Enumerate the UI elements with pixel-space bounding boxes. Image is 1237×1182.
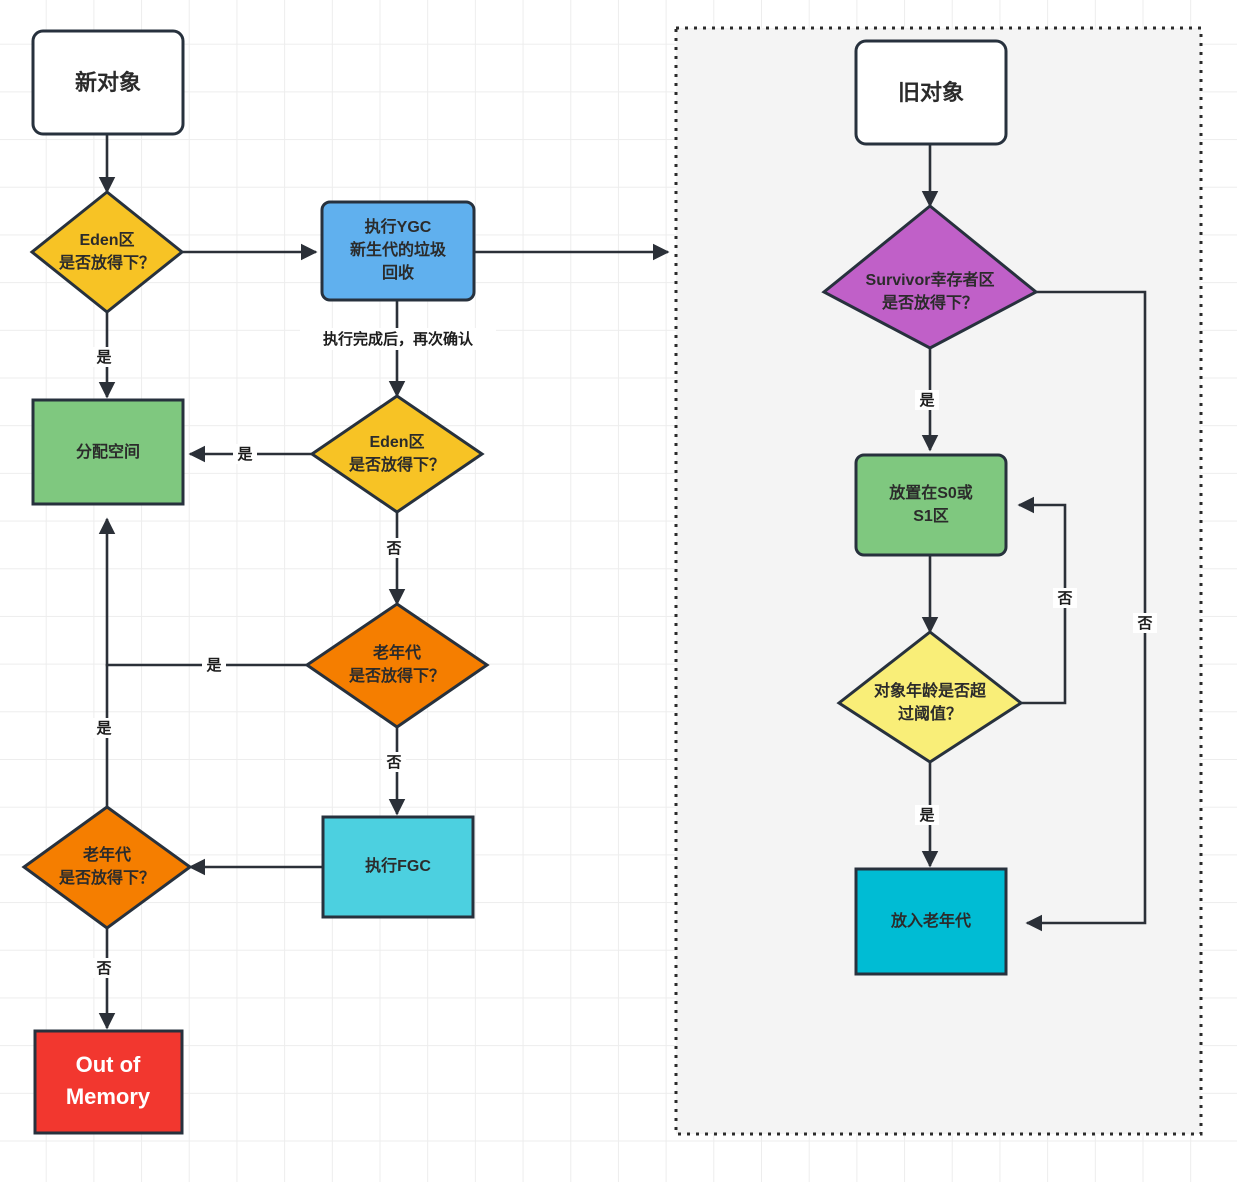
flowchart-canvas: 是 执行完成后，再次确认 是 否 是 否 是 否 是 否 否 是 新对象 Ede… <box>0 0 1237 1182</box>
edge-label-no-oldgen1: 否 <box>385 754 401 771</box>
node-run-fgc[interactable]: 执行FGC <box>321 815 475 919</box>
node-place-s0-s1-line2: S1区 <box>913 507 949 525</box>
node-age-threshold-check-line2: 过阈值？ <box>898 704 962 723</box>
node-eden-check-2[interactable]: Eden区 是否放得下？ <box>309 394 485 514</box>
edge-label-yes-survivor: 是 <box>918 392 935 409</box>
node-oldgen-check-2-line1: 老年代 <box>82 845 131 864</box>
flowchart-svg: 是 执行完成后，再次确认 是 否 是 否 是 否 是 否 否 是 新对象 Ede… <box>21 26 1203 1136</box>
node-out-of-memory-line2: Memory <box>66 1084 151 1109</box>
node-oldgen-check-1-line2: 是否放得下？ <box>348 666 445 685</box>
node-new-object-label: 新对象 <box>75 70 141 95</box>
node-run-ygc-line3: 回收 <box>382 263 414 282</box>
edge-label-no-agecheck: 否 <box>1056 590 1072 607</box>
node-eden-check-1-line1: Eden区 <box>79 231 134 249</box>
node-eden-check-1-line2: 是否放得下？ <box>58 253 155 272</box>
node-run-fgc-label: 执行FGC <box>365 856 431 875</box>
edge-label-yes-eden2: 是 <box>236 446 253 463</box>
node-oldgen-check-2[interactable]: 老年代 是否放得下？ <box>21 805 193 930</box>
node-eden-check-1[interactable]: Eden区 是否放得下？ <box>29 190 185 314</box>
node-allocate-space[interactable]: 分配空间 <box>31 398 185 506</box>
node-move-to-oldgen[interactable]: 放入老年代 <box>854 867 1008 976</box>
node-oldgen-check-1-line1: 老年代 <box>372 643 421 662</box>
node-out-of-memory-line1: Out of <box>76 1052 141 1077</box>
node-age-threshold-check-line1: 对象年龄是否超 <box>874 681 987 700</box>
node-old-object[interactable]: 旧对象 <box>854 39 1008 146</box>
edge-label-no-eden2: 否 <box>385 540 401 557</box>
node-new-object[interactable]: 新对象 <box>31 29 185 136</box>
edge-label-no-survivor: 否 <box>1136 615 1152 632</box>
node-place-s0-s1[interactable]: 放置在S0或 S1区 <box>854 453 1008 557</box>
node-oldgen-check-2-line2: 是否放得下？ <box>58 868 155 887</box>
node-run-ygc[interactable]: 执行YGC 新生代的垃圾 回收 <box>320 200 476 302</box>
node-survivor-check-line2: 是否放得下？ <box>881 293 978 312</box>
node-allocate-space-label: 分配空间 <box>76 442 140 461</box>
edge-label-yes-eden1: 是 <box>95 349 112 366</box>
node-oldgen-check-1[interactable]: 老年代 是否放得下？ <box>304 602 490 729</box>
node-place-s0-s1-line1: 放置在S0或 <box>888 483 973 502</box>
edge-label-yes-oldgen1: 是 <box>205 657 222 674</box>
node-survivor-check-line1: Survivor幸存者区 <box>866 270 995 289</box>
edge-label-after-exec: 执行完成后，再次确认 <box>323 330 474 348</box>
edge-label-yes-agecheck: 是 <box>918 807 935 824</box>
edge-oldgen1-to-allocate <box>98 517 320 667</box>
node-out-of-memory[interactable]: Out of Memory <box>33 1029 184 1135</box>
node-run-ygc-line1: 执行YGC <box>365 217 432 236</box>
node-eden-check-2-line2: 是否放得下？ <box>348 455 445 474</box>
node-run-ygc-line2: 新生代的垃圾 <box>350 240 447 259</box>
node-old-object-label: 旧对象 <box>898 80 964 105</box>
node-move-to-oldgen-label: 放入老年代 <box>890 911 971 930</box>
node-eden-check-2-line1: Eden区 <box>369 433 424 451</box>
edge-label-no-oldgen2: 否 <box>95 960 111 977</box>
edge-label-yes-oldgen2: 是 <box>95 720 112 737</box>
